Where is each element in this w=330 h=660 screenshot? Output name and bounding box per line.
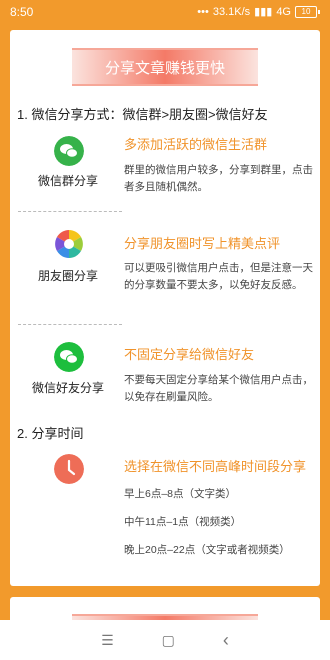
signal-icon: ▮▮▮	[254, 6, 273, 18]
section-share-time: 2. 分享时间	[17, 426, 84, 441]
time-slot: 晚上20点–22点（文字或者视频类）	[124, 544, 290, 556]
back-button[interactable]: ‹	[223, 630, 229, 651]
status-time: 8:50	[10, 5, 34, 19]
time-slot: 早上6点–8点（文字类）	[124, 488, 237, 500]
time-slot: 中午11点–1点（视频类）	[124, 516, 242, 528]
battery-icon: 10	[295, 5, 320, 18]
status-right: ••• 33.1K/s ▮▮▮ 4G 10	[197, 5, 320, 18]
moments-icon	[55, 230, 83, 258]
item-desc-friend: 不要每天固定分享给某个微信用户点击，以免存在刷量风险。	[124, 374, 313, 403]
battery-level: 10	[295, 5, 317, 18]
item-name-friend: 微信好友分享	[31, 381, 104, 395]
home-button[interactable]: ▢	[162, 632, 175, 649]
wechat-group-icon	[54, 136, 84, 166]
item-desc-group: 群里的微信用户较多，分享到群里，点击者多且随机偶然。	[124, 164, 313, 193]
network-speed: 33.1K/s	[212, 5, 251, 18]
page-title: 分享文章赚钱更快	[72, 48, 258, 86]
item-title-friend: 不固定分享给微信好友	[124, 347, 255, 362]
divider	[18, 211, 122, 212]
item-title-moments: 分享朋友圈时写上精美点评	[124, 236, 281, 251]
clock-icon	[54, 454, 84, 484]
menu-button[interactable]: ☰	[101, 632, 114, 649]
section-share-methods: 1. 微信分享方式：微信群>朋友圈>微信好友	[17, 107, 268, 122]
item-name-moments: 朋友圈分享	[37, 269, 98, 283]
item-desc-moments: 可以更吸引微信用户点击，但是注意一天的分享数量不要太多，以免好友反感。	[124, 262, 313, 291]
item-title-group: 多添加活跃的微信生活群	[124, 137, 268, 152]
network-type: 4G	[276, 5, 291, 18]
item-name-group: 微信群分享	[37, 174, 98, 188]
wechat-friend-icon	[54, 342, 84, 372]
status-bar: 8:50 ••• 33.1K/s ▮▮▮ 4G 10	[0, 0, 330, 24]
tips-card: 分享文章赚钱更快 1. 微信分享方式：微信群>朋友圈>微信好友 微信群分享 多添…	[10, 30, 320, 586]
status-dots: •••	[197, 5, 209, 18]
divider	[18, 324, 122, 325]
system-nav-bar: ☰ ▢ ‹	[0, 620, 330, 660]
time-title: 选择在微信不同高峰时间段分享	[124, 459, 307, 474]
